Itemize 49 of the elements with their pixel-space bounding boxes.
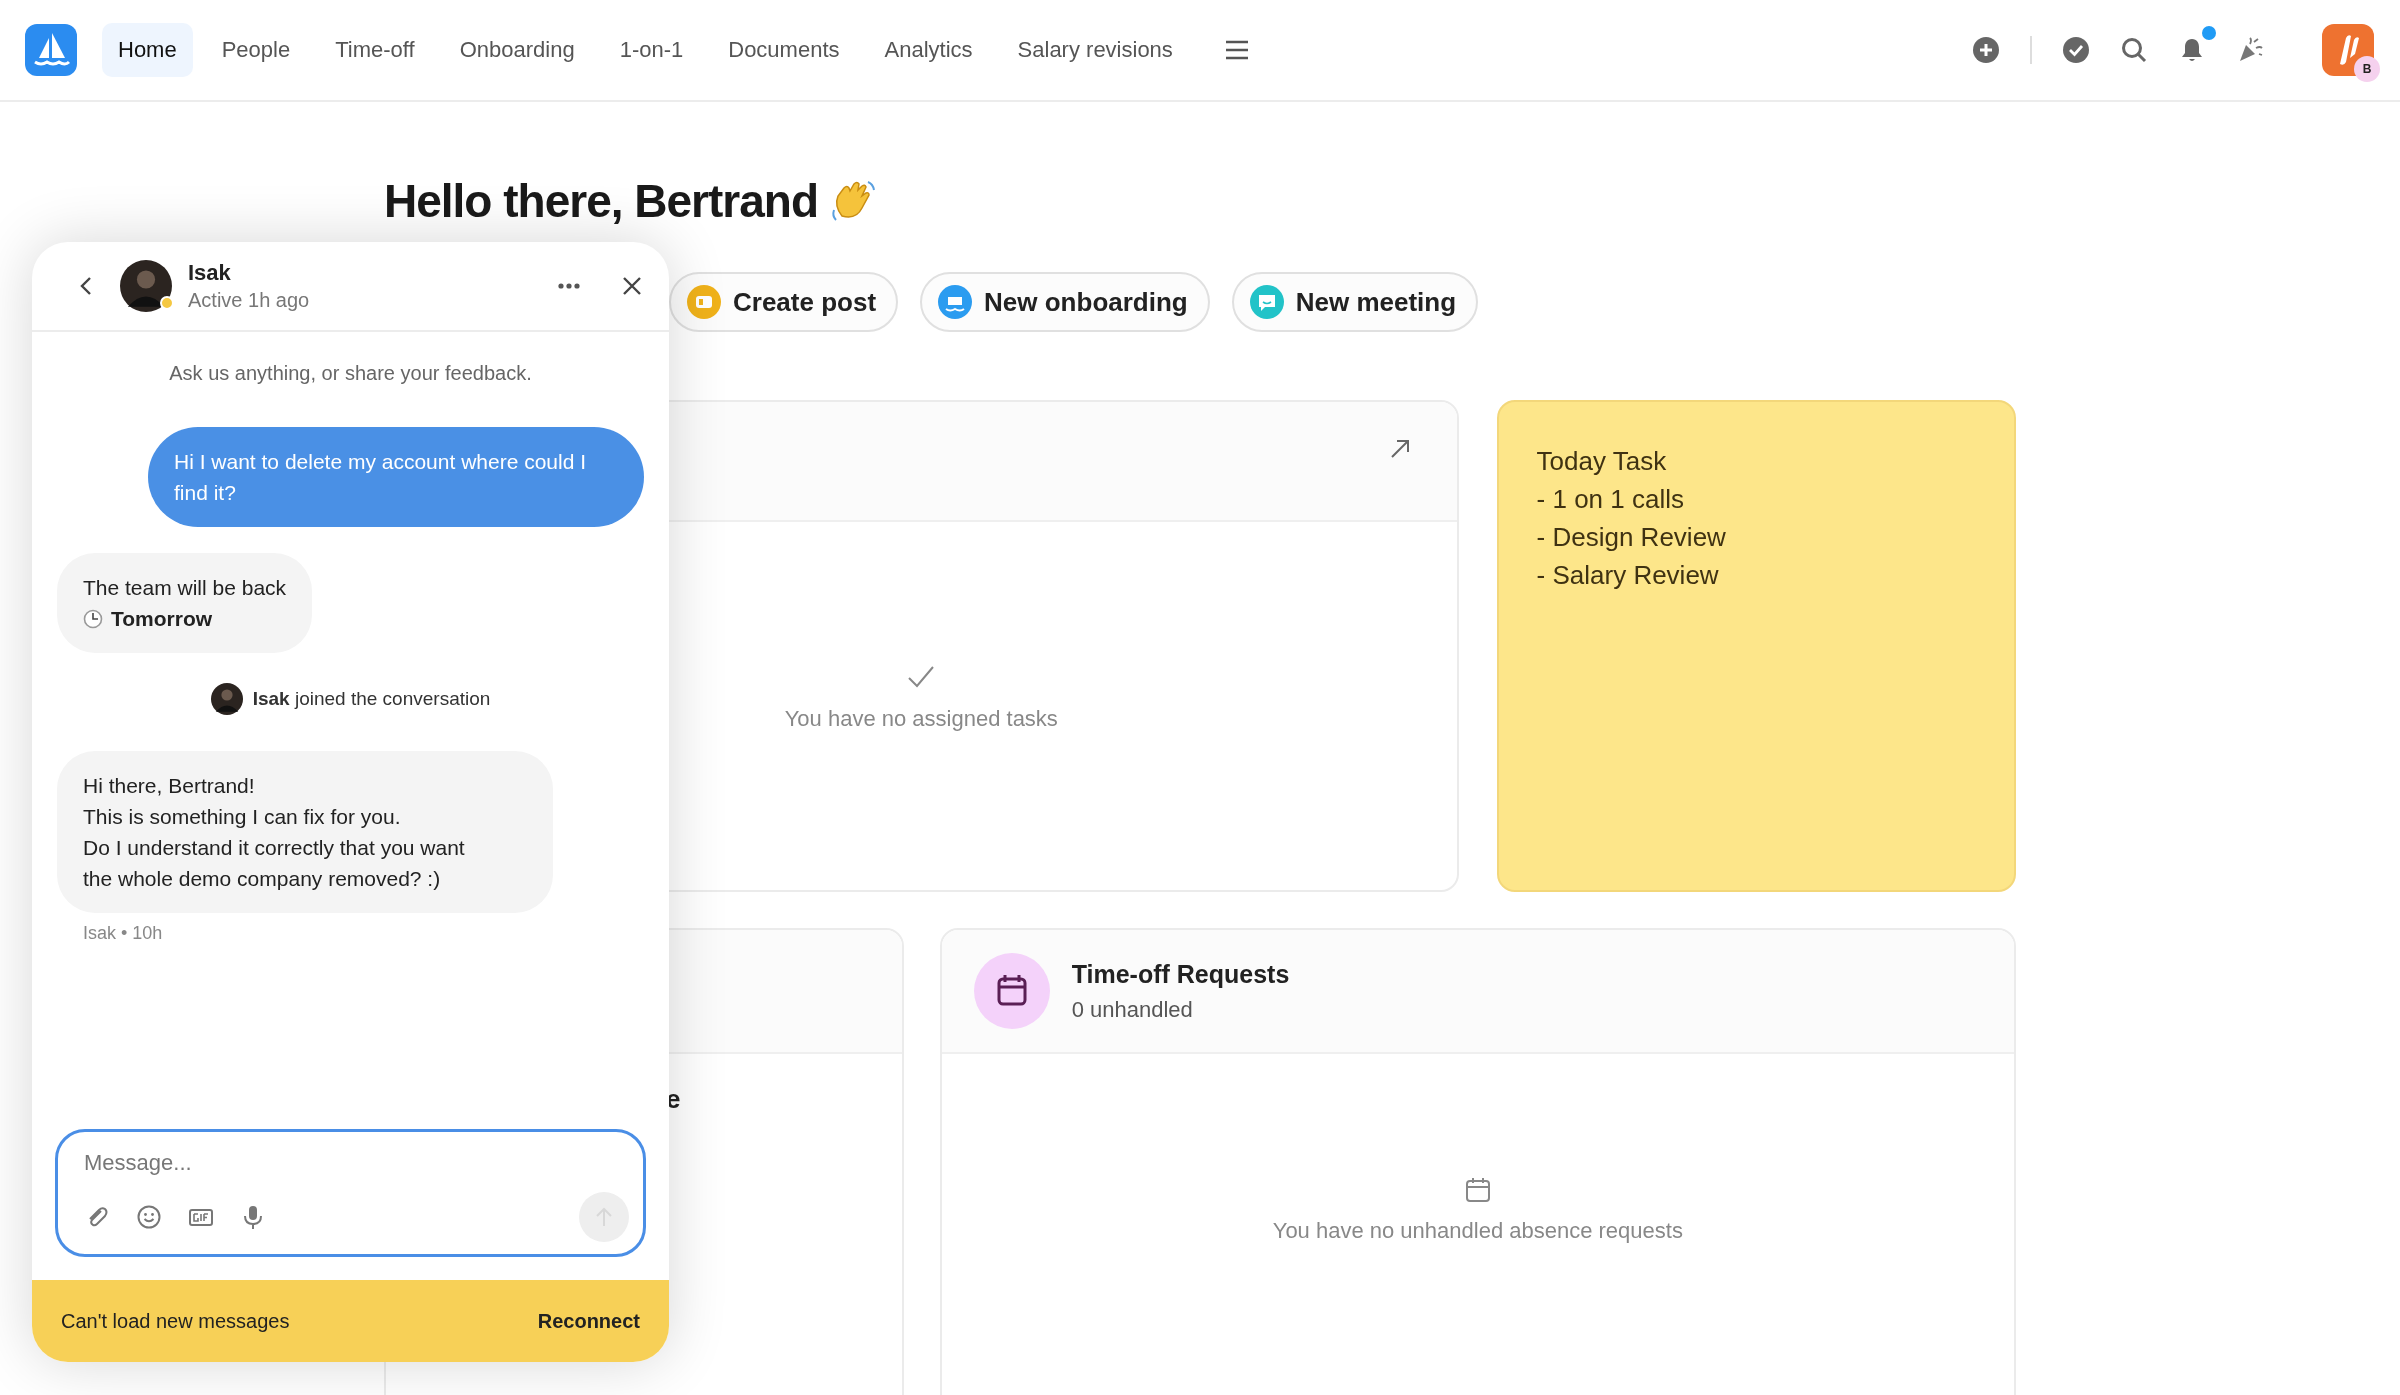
reconnect-link[interactable]: Reconnect (537, 1309, 640, 1333)
status-text: Active 1h ago (188, 289, 311, 312)
checkmark-icon[interactable] (2062, 36, 2090, 64)
card-title: Time-off Requests (1071, 959, 1290, 989)
return-time: Tomorrow (111, 606, 213, 632)
card-subtitle: 0 unhandled (1071, 996, 1194, 1023)
quick-action-button[interactable]: Create post (669, 272, 899, 332)
empty-state-text: You have no unhandled absence requests (1272, 1218, 1683, 1244)
note-line: - 1 on 1 calls (1536, 483, 1685, 516)
emoji-icon[interactable] (136, 1204, 162, 1230)
clock-icon (83, 608, 103, 629)
calendar-icon (1463, 1176, 1492, 1204)
close-icon[interactable] (621, 275, 643, 297)
nav-tab[interactable]: Salary revisions (1001, 23, 1189, 77)
calendar-icon (973, 953, 1050, 1029)
avatar (210, 683, 243, 715)
note-line: - Design Review (1536, 521, 1727, 554)
chat-bubble-icon (1249, 285, 1284, 319)
quick-action-button[interactable]: New meeting (1231, 272, 1479, 332)
greeting: Hello there, Bertrand (384, 174, 818, 228)
event-text: Isak joined the conversation (252, 688, 491, 710)
nav-tab[interactable]: Onboarding (443, 23, 591, 77)
back-icon[interactable] (78, 275, 94, 297)
empty-state-text: You have no assigned tasks (784, 706, 1058, 732)
more-icon[interactable] (557, 282, 581, 290)
sailboat-logo-icon[interactable] (25, 24, 77, 76)
banner-text: Can't load new messages (61, 1309, 290, 1333)
nav-tab[interactable]: Time-off (319, 23, 431, 77)
user-initial-badge: B (2354, 56, 2380, 82)
presence-dot (160, 296, 174, 310)
company-logo-icon[interactable] (2322, 24, 2374, 76)
contact-name: Isak (188, 260, 232, 286)
quick-action-button[interactable]: New onboarding (920, 272, 1210, 332)
message-bubble: Hi I want to delete my account where could I find it? (148, 427, 644, 527)
message-meta: Isak • 10h (83, 923, 164, 944)
note-line: Today Task (1536, 445, 1668, 478)
intro-text: Ask us anything, or share your feedback. (168, 362, 533, 385)
menu-icon[interactable] (1223, 39, 1250, 61)
nav-tab[interactable]: Home (102, 23, 193, 77)
message-text: The team will be back (83, 575, 287, 601)
message-bubble: Hi there, Bertrand! This is something I can fix for you. Do I understand it correctly that you want the whole demo company removed? :) (57, 751, 553, 913)
nav-tab[interactable]: People (205, 23, 307, 77)
add-icon[interactable] (1972, 36, 2000, 64)
nav-tab[interactable]: Analytics (868, 23, 989, 77)
search-icon[interactable] (2120, 36, 2148, 64)
avatar (120, 260, 172, 312)
note-line: - Salary Review (1536, 559, 1720, 592)
nav-tab[interactable]: Documents (712, 23, 856, 77)
nav-tab[interactable]: 1-on-1 (603, 23, 700, 77)
